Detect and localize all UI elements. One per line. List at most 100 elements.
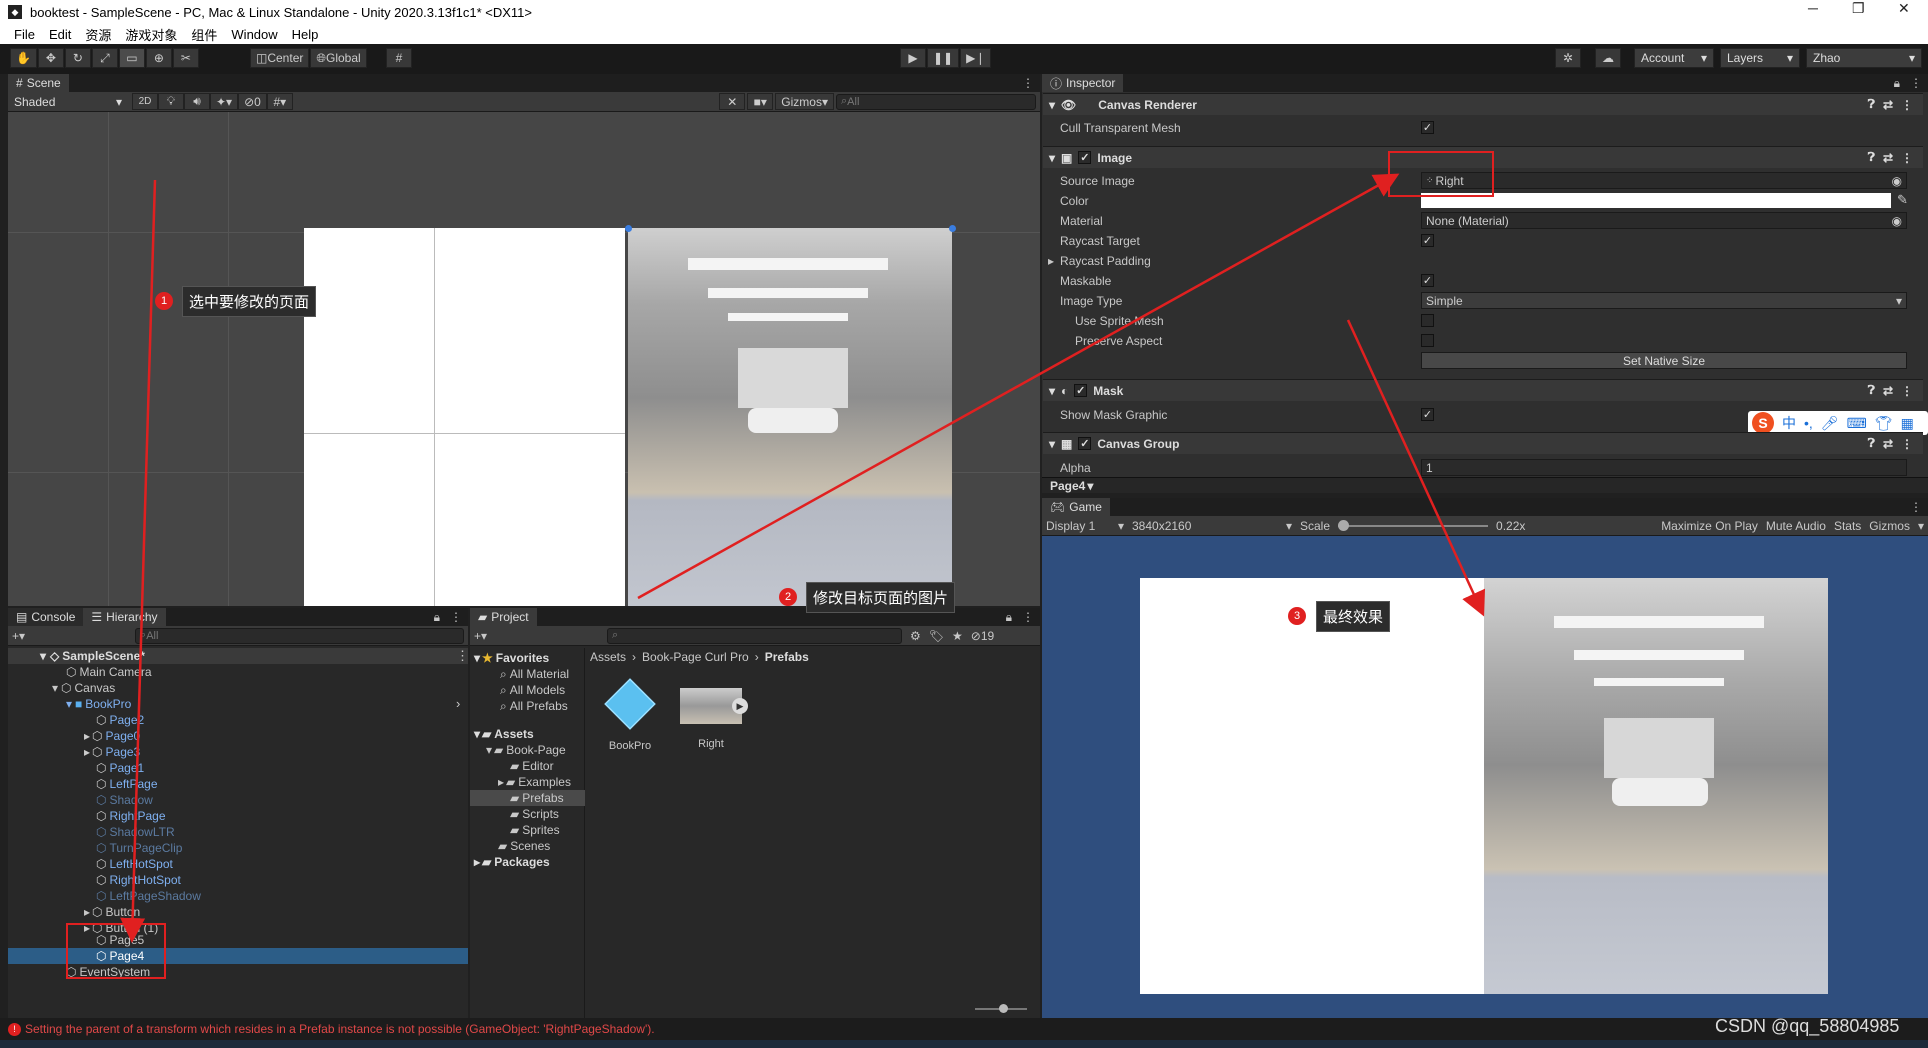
menu-icon[interactable]: ⋮ <box>1901 151 1913 165</box>
gizmos-dropdown[interactable]: Gizmos ▾ <box>775 93 834 110</box>
favorite-item[interactable]: ⌕ All Prefabs <box>500 698 568 714</box>
panel-menu-icon[interactable]: ⋮ <box>450 610 462 624</box>
collab-icon[interactable]: ✲ <box>1555 48 1581 68</box>
hierarchy-item-page3[interactable]: ▸ ⬡ Page3 <box>84 744 140 760</box>
hierarchy-search-input[interactable]: ⌕ All <box>135 627 464 644</box>
folder-item[interactable]: ▰ Scripts <box>510 806 559 822</box>
rect-handle-icon[interactable] <box>625 225 632 232</box>
use-sprite-mesh-checkbox[interactable] <box>1421 314 1434 327</box>
help-icon[interactable]: ❓︎ <box>1868 436 1875 451</box>
footer-object-name[interactable]: Page4 <box>1050 479 1085 493</box>
chevron-down-icon[interactable]: ▾ <box>1918 519 1924 533</box>
hierarchy-item-page1[interactable]: ⬡ Page1 <box>96 760 144 776</box>
hierarchy-item-righthotspot[interactable]: ⬡ RightHotSpot <box>96 872 181 888</box>
hierarchy-item-bookpro[interactable]: ▾ ■ BookPro <box>66 696 131 712</box>
menu-icon[interactable]: ⋮ <box>1901 384 1913 398</box>
step-button[interactable]: ▶❘ <box>960 48 992 68</box>
layout-dropdown[interactable]: Zhao ▾ <box>1806 48 1922 68</box>
canvas-group-header[interactable]: ▾ ▦ ✓ Canvas Group ❓︎ ⇄ ⋮ <box>1043 432 1923 454</box>
tab-console[interactable]: ▤ Console <box>8 608 84 626</box>
tab-hierarchy[interactable]: ☰ Hierarchy <box>83 608 166 626</box>
mask-enabled-checkbox[interactable]: ✓ <box>1074 384 1088 397</box>
eyedropper-icon[interactable]: ✎ <box>1897 192 1908 208</box>
panel-menu-icon[interactable]: ⋮ <box>1910 500 1922 514</box>
settings-icon[interactable]: ⇄ <box>1883 384 1893 398</box>
rect-tool-icon[interactable]: ▭ <box>118 48 145 68</box>
hierarchy-item-shadow[interactable]: ⬡ Shadow <box>96 792 153 808</box>
folder-item[interactable]: ▰ Sprites <box>510 822 560 838</box>
tab-project[interactable]: ▰ Project <box>470 608 537 626</box>
breadcrumb-item[interactable]: Assets <box>590 650 626 664</box>
play-button[interactable]: ▶ <box>900 48 926 68</box>
tab-game[interactable]: 🎮︎ Game <box>1042 498 1110 516</box>
menu-icon[interactable]: ⋮ <box>1901 437 1913 451</box>
add-icon[interactable]: +▾ <box>474 629 487 643</box>
stats-toggle[interactable]: Stats <box>1834 519 1861 533</box>
close-icon[interactable]: ✕ <box>1898 0 1910 17</box>
show-mask-checkbox[interactable]: ✓ <box>1421 408 1434 421</box>
scale-slider[interactable] <box>1338 519 1489 531</box>
asset-tile-right[interactable]: ▶ Right <box>678 688 748 750</box>
folder-item-selected[interactable]: ▰ Prefabs <box>470 790 585 806</box>
hierarchy-item-main-camera[interactable]: ⬡ Main Camera <box>66 664 152 680</box>
hierarchy-item-turnpageclip[interactable]: ⬡ TurnPageClip <box>96 840 182 856</box>
filter-label-icon[interactable]: 🏷︎ <box>929 629 944 643</box>
game-gizmos-toggle[interactable]: Gizmos <box>1869 519 1910 533</box>
mode-2d-button[interactable]: 2D <box>132 93 158 110</box>
hierarchy-item-canvas[interactable]: ▾ ⬡ Canvas <box>52 680 115 696</box>
image-enabled-checkbox[interactable]: ✓ <box>1078 151 1092 164</box>
add-icon[interactable]: +▾ <box>12 629 25 643</box>
help-icon[interactable]: ❓︎ <box>1868 97 1875 112</box>
pause-button[interactable]: ❚❚ <box>927 48 960 68</box>
shading-dropdown[interactable]: Shaded ▾ <box>8 92 128 111</box>
object-picker-icon[interactable]: ◉ <box>1892 174 1902 188</box>
folder-item[interactable]: ▰ Editor <box>510 758 554 774</box>
effects-icon[interactable]: ✦▾ <box>210 93 239 110</box>
scale-slider-thumb[interactable] <box>1338 519 1350 531</box>
grid-snap-icon[interactable]: # <box>386 48 412 68</box>
folder-item[interactable]: ▾ ▰ Book-Page <box>486 742 566 758</box>
panel-menu-icon[interactable]: ⋮ <box>1910 76 1922 90</box>
settings-icon[interactable]: ⇄ <box>1883 151 1893 165</box>
menu-file[interactable]: File <box>14 27 35 42</box>
raycast-target-checkbox[interactable]: ✓ <box>1421 234 1434 247</box>
move-tool-icon[interactable]: ✥ <box>37 48 64 68</box>
resolution-dropdown[interactable]: 3840x2160 ▾ <box>1132 519 1292 533</box>
camera-icon[interactable]: ■▾ <box>747 93 774 110</box>
canvas-renderer-header[interactable]: ▾ 👁︎ Canvas Renderer ❓︎ ⇄ ⋮ <box>1043 93 1923 115</box>
alpha-field[interactable]: 1 <box>1421 459 1907 476</box>
settings-icon[interactable]: ⇄ <box>1883 98 1893 112</box>
cull-checkbox[interactable]: ✓ <box>1421 121 1434 134</box>
scene-menu-icon[interactable]: ⋮ <box>456 648 469 664</box>
menu-icon[interactable]: ⋮ <box>1901 98 1913 112</box>
menu-component[interactable]: 组件 <box>191 25 217 44</box>
lock-icon[interactable]: 🔒︎ <box>1894 76 1900 91</box>
project-zoom-slider[interactable] <box>975 1004 1027 1013</box>
tab-scene[interactable]: # Scene <box>8 74 69 92</box>
tab-inspector[interactable]: ⓘ Inspector <box>1042 74 1124 92</box>
foldout-icon[interactable]: ▸ <box>1048 254 1054 268</box>
breadcrumb-item[interactable]: Prefabs <box>765 650 809 664</box>
settings-icon[interactable]: ⇄ <box>1883 437 1893 451</box>
custom-tool-icon[interactable]: ✂ <box>172 48 199 68</box>
tools-icon[interactable]: ✕ <box>719 93 746 110</box>
menu-edit[interactable]: Edit <box>49 27 71 42</box>
microphone-icon[interactable]: 🎤︎ <box>1821 415 1839 432</box>
lighting-icon[interactable]: 💡︎ <box>158 93 184 110</box>
zoom-slider-thumb[interactable] <box>999 1004 1008 1013</box>
chevron-right-icon[interactable]: › <box>456 696 460 711</box>
audio-icon[interactable]: 🔊︎ <box>184 93 210 110</box>
assets-node[interactable]: ▾ ▰ Assets <box>474 726 534 742</box>
hierarchy-item-leftpageshadow[interactable]: ⬡ LeftPageShadow <box>96 888 201 904</box>
pivot-global-button[interactable]: 🌐︎ Global <box>310 48 367 68</box>
minimize-icon[interactable]: ─ <box>1808 0 1818 16</box>
display-dropdown[interactable]: Display 1 ▾ <box>1046 519 1124 533</box>
cloud-icon[interactable]: ☁ <box>1595 48 1621 68</box>
favorite-item[interactable]: ⌕ All Models <box>500 682 565 698</box>
panel-menu-icon[interactable]: ⋮ <box>1022 76 1034 90</box>
transform-tool-icon[interactable]: ⊕ <box>145 48 172 68</box>
menu-help[interactable]: Help <box>292 27 319 42</box>
project-search-input[interactable]: ⌕ <box>607 627 903 644</box>
hierarchy-item-page2[interactable]: ⬡ Page2 <box>96 712 144 728</box>
grid-icon[interactable]: #▾ <box>266 93 293 110</box>
